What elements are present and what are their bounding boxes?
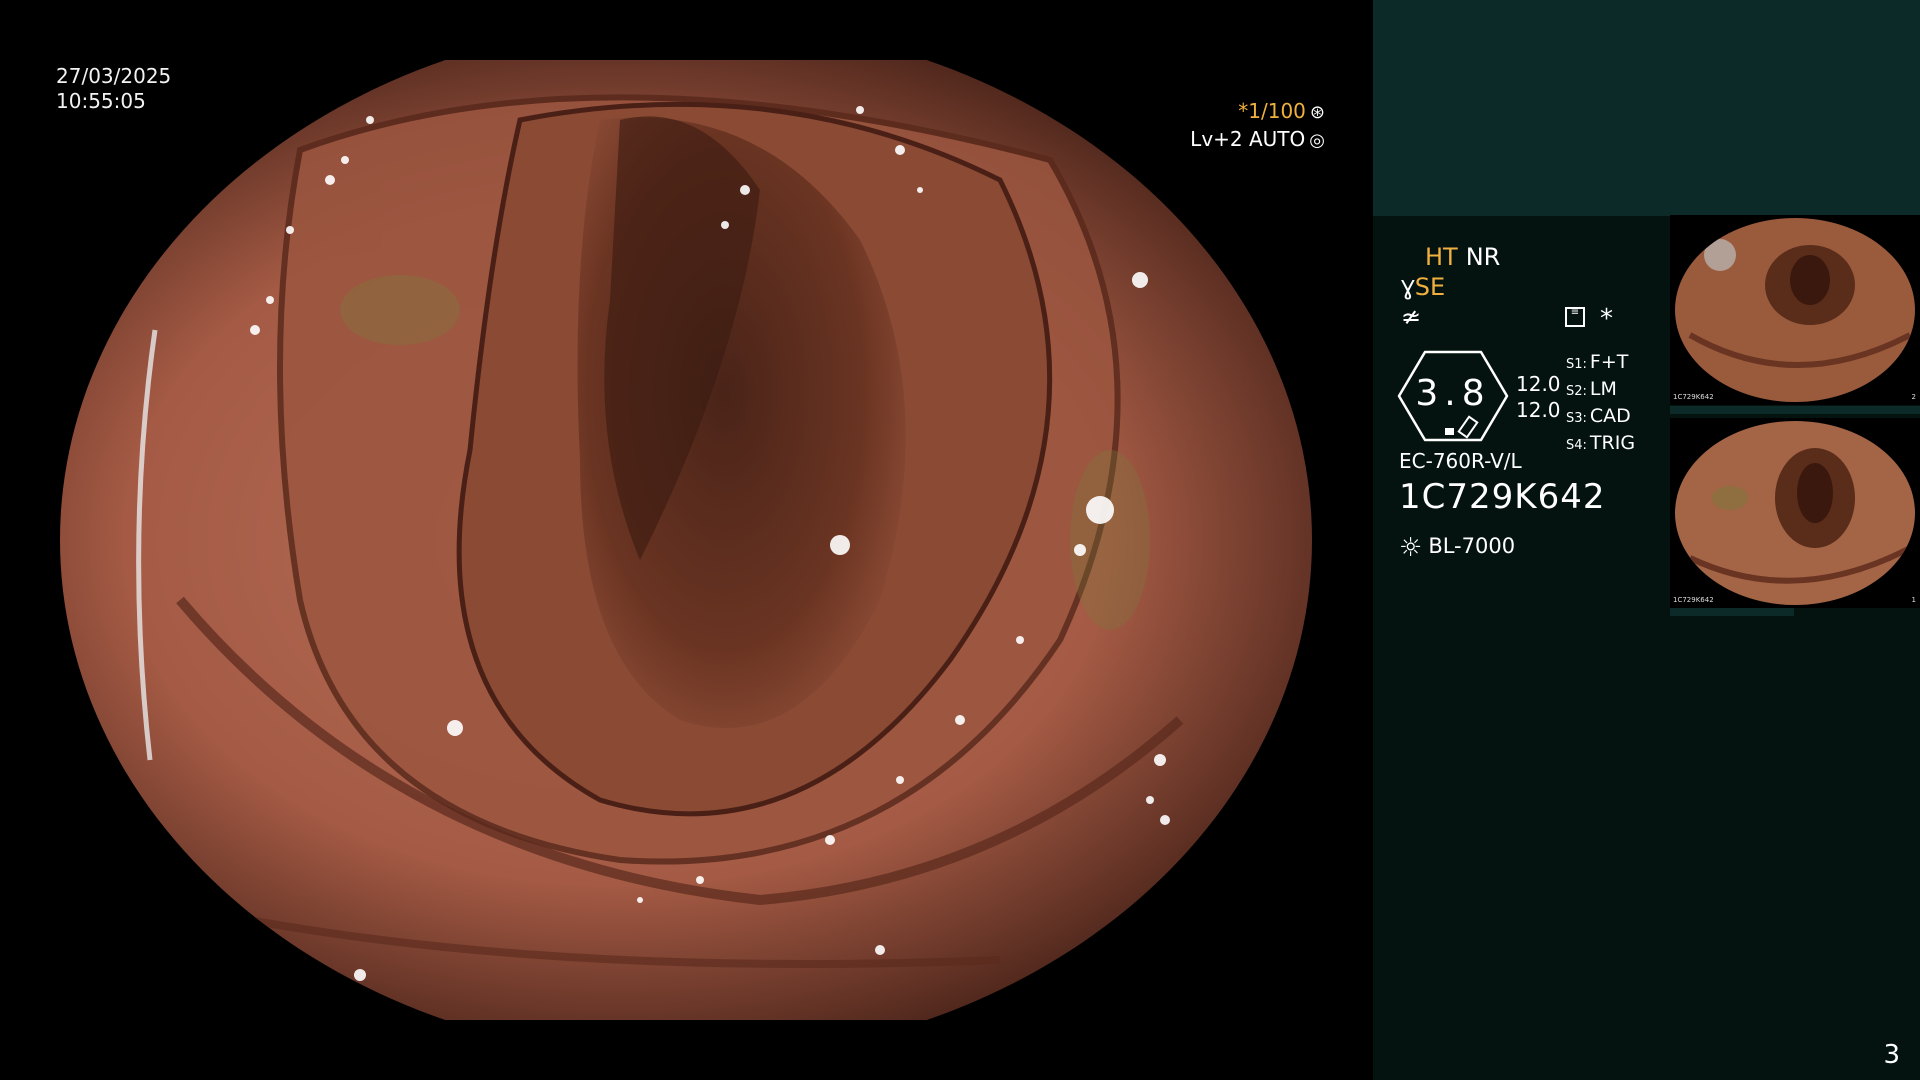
switch-s3: S3: CAD bbox=[1566, 405, 1631, 427]
switch-s4: S4: TRIG bbox=[1566, 432, 1636, 454]
panel-top-band bbox=[1373, 0, 1920, 216]
capture-thumbnail-1[interactable]: 1C729K642 2 bbox=[1670, 215, 1920, 405]
time-text: 10:55:05 bbox=[56, 89, 146, 113]
light-source-icon: ☼ bbox=[1399, 533, 1423, 563]
scope-switch-labels: S1: F+T S2: LM S3: CAD S4: TRIG bbox=[1566, 350, 1635, 458]
nr-label: NR bbox=[1465, 243, 1501, 271]
se-symbol-icon: Ɣ bbox=[1401, 276, 1415, 300]
switch-s2: S2: LM bbox=[1566, 378, 1617, 400]
thumbnail-serial: 1C729K642 bbox=[1673, 393, 1714, 401]
endoscopy-image bbox=[60, 60, 1312, 1020]
ht-nr-indicator: HT NR bbox=[1425, 243, 1500, 271]
iris-icon: ◎ bbox=[1309, 130, 1325, 151]
capture-thumbnail-2[interactable]: 1C729K642 1 bbox=[1670, 418, 1920, 608]
thumbnail-image bbox=[1675, 218, 1915, 402]
ht-label: HT bbox=[1425, 243, 1458, 271]
iris-text: Lv+2 AUTO bbox=[1190, 127, 1306, 151]
thumbnail-bar-1 bbox=[1670, 406, 1920, 414]
gauge-side-value-1: 12.0 bbox=[1516, 372, 1561, 396]
info-panel: HT NR ƔSE ≄ ≡ * 3.8 12.0 12.0 S1: F+T S2: L… bbox=[1373, 0, 1920, 1080]
cap-symbol-icon: ≄ bbox=[1401, 303, 1422, 331]
thumbnail-serial: 1C729K642 bbox=[1673, 596, 1714, 604]
scope-serial: 1C729K642 bbox=[1399, 477, 1606, 517]
star-indicator: * bbox=[1600, 304, 1613, 334]
shutter-speed: *1/100 ⊛ bbox=[1238, 99, 1325, 123]
thumbnail-bar-2 bbox=[1670, 608, 1794, 616]
gauge-side-value-2: 12.0 bbox=[1516, 398, 1561, 422]
light-source-label: BL-7000 bbox=[1428, 534, 1516, 558]
thumbnail-image bbox=[1675, 421, 1915, 605]
endoscopy-image-view: 27/03/2025 10:55:05 *1/100 ⊛ Lv+2 AUTO ◎ bbox=[0, 0, 1373, 1080]
switch-s1: S1: F+T bbox=[1566, 351, 1629, 373]
gauge-value: 3.8 bbox=[1415, 373, 1491, 414]
se-label: SE bbox=[1414, 273, 1446, 301]
thumbnail-number: 2 bbox=[1911, 393, 1916, 401]
thumbnail-number: 1 bbox=[1911, 596, 1916, 604]
page-number: 3 bbox=[1883, 1040, 1900, 1070]
settings-list-icon: ≡ bbox=[1565, 307, 1585, 327]
iris-level: Lv+2 AUTO ◎ bbox=[1190, 127, 1325, 151]
scope-model: EC-760R-V/L bbox=[1399, 449, 1522, 473]
light-source: ☼ BL-7000 bbox=[1399, 533, 1515, 563]
shutter-text: *1/100 bbox=[1238, 99, 1306, 123]
shutter-icon: ⊛ bbox=[1309, 102, 1325, 123]
datetime-overlay: 27/03/2025 10:55:05 bbox=[56, 64, 171, 114]
se-indicator: ƔSE bbox=[1401, 273, 1445, 301]
date-text: 27/03/2025 bbox=[56, 64, 172, 88]
